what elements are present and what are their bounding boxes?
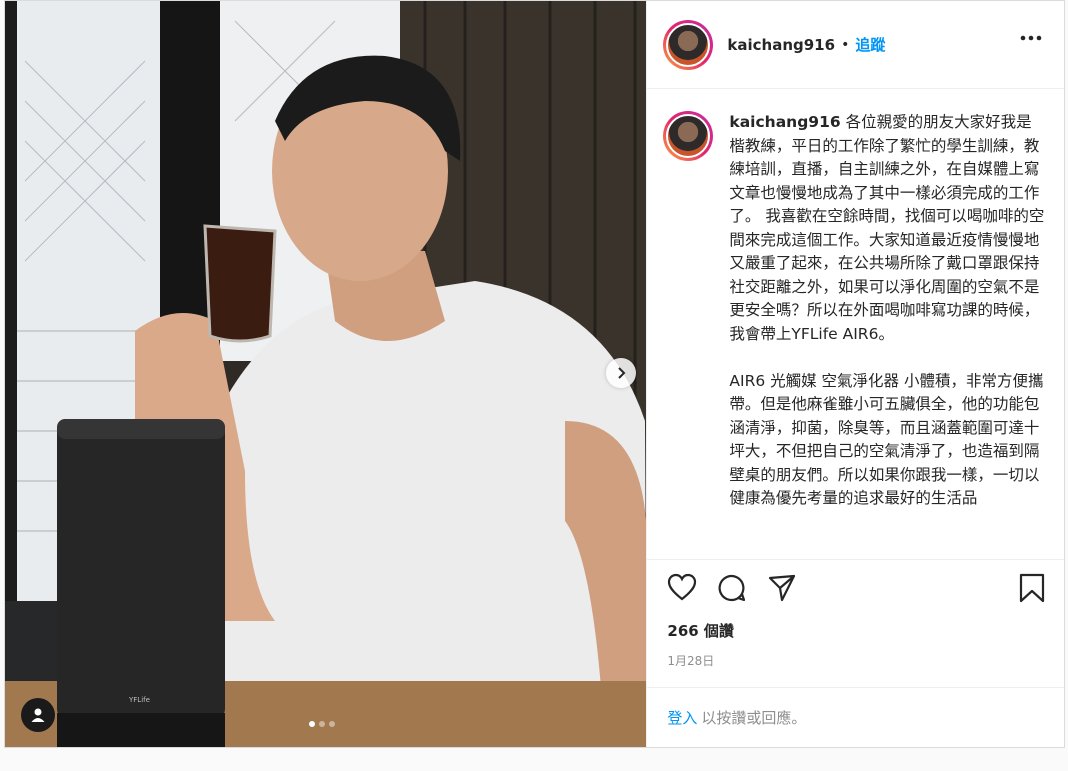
carousel-dot-3 bbox=[329, 721, 335, 727]
photo-scene bbox=[5, 1, 647, 747]
purifier-brand-label: YFLife bbox=[129, 696, 150, 704]
comment-prompt: 以按讚或回應。 bbox=[701, 709, 807, 727]
post-side-panel: kaichang916 • 追蹤 kaichang916 各位親愛的朋友大家好我… bbox=[646, 1, 1064, 747]
post-actions: 266 個讚 1月28日 登入 以按讚或回應。 bbox=[647, 559, 1064, 747]
carousel-dot-1 bbox=[309, 721, 315, 727]
caption-text: kaichang916 各位親愛的朋友大家好我是楷教練，平日的工作除了繁忙的學生… bbox=[729, 111, 1045, 559]
carousel-indicator bbox=[309, 721, 335, 727]
caption-area: kaichang916 各位親愛的朋友大家好我是楷教練，平日的工作除了繁忙的學生… bbox=[647, 89, 1064, 559]
comment-login-bar: 登入 以按讚或回應。 bbox=[647, 687, 1064, 747]
like-count[interactable]: 266 個讚 bbox=[667, 620, 734, 641]
caption-body: 各位親愛的朋友大家好我是楷教練，平日的工作除了繁忙的學生訓練，教練培訓，直播，自… bbox=[729, 113, 1045, 507]
header-avatar[interactable] bbox=[663, 19, 714, 70]
login-link[interactable]: 登入 bbox=[667, 707, 697, 728]
chevron-right-icon bbox=[618, 367, 626, 379]
post-photo[interactable]: YFLife bbox=[5, 1, 647, 747]
carousel-next-button[interactable] bbox=[606, 358, 636, 388]
avatar bbox=[666, 114, 711, 158]
bookmark-icon[interactable] bbox=[1019, 573, 1045, 603]
more-horizontal-icon[interactable] bbox=[1020, 35, 1042, 41]
heart-icon[interactable] bbox=[667, 573, 697, 601]
header-username[interactable]: kaichang916 bbox=[727, 36, 835, 54]
post-date[interactable]: 1月28日 bbox=[667, 652, 714, 669]
post-dialog: YFLife kaichang916 • 追蹤 kaichang916 各位親愛… bbox=[4, 0, 1065, 748]
post-header: kaichang916 • 追蹤 bbox=[647, 1, 1064, 89]
avatar bbox=[666, 22, 711, 67]
caption-username[interactable]: kaichang916 bbox=[729, 113, 840, 131]
carousel-dot-2 bbox=[319, 721, 325, 727]
user-tag-button[interactable] bbox=[21, 698, 55, 732]
follow-button[interactable]: 追蹤 bbox=[855, 34, 885, 55]
user-tag-icon bbox=[31, 708, 45, 722]
share-icon[interactable] bbox=[767, 573, 797, 603]
header-separator: • bbox=[841, 36, 850, 53]
caption-avatar[interactable] bbox=[663, 111, 714, 161]
comment-icon[interactable] bbox=[717, 573, 747, 603]
